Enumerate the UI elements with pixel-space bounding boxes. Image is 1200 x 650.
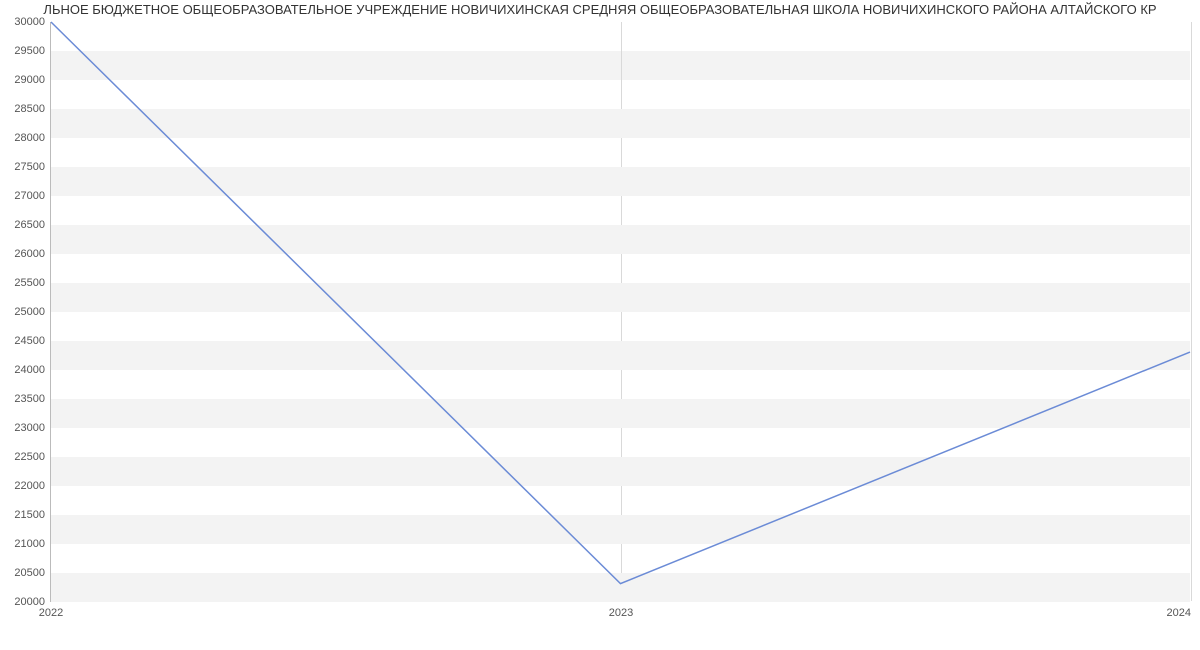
chart-plot-area: 2000020500210002150022000225002300023500… xyxy=(50,22,1190,602)
y-tick-label: 20500 xyxy=(3,567,45,579)
y-tick-label: 22000 xyxy=(3,480,45,492)
y-tick-label: 28500 xyxy=(3,103,45,115)
y-tick-label: 28000 xyxy=(3,132,45,144)
y-tick-label: 24500 xyxy=(3,335,45,347)
y-tick-label: 21500 xyxy=(3,509,45,521)
x-tick-label: 2024 xyxy=(1167,607,1191,619)
y-tick-label: 30000 xyxy=(3,16,45,28)
y-tick-label: 26500 xyxy=(3,219,45,231)
y-tick-label: 26000 xyxy=(3,248,45,260)
y-tick-label: 24000 xyxy=(3,364,45,376)
x-tick-label: 2022 xyxy=(39,607,63,619)
chart-title: ЛЬНОЕ БЮДЖЕТНОЕ ОБЩЕОБРАЗОВАТЕЛЬНОЕ УЧРЕ… xyxy=(0,2,1200,17)
grid-line-vertical xyxy=(1191,22,1192,601)
line-series xyxy=(51,22,1190,584)
y-tick-label: 23500 xyxy=(3,393,45,405)
x-tick-label: 2023 xyxy=(609,607,633,619)
y-tick-label: 22500 xyxy=(3,451,45,463)
y-tick-label: 23000 xyxy=(3,422,45,434)
y-tick-label: 29500 xyxy=(3,45,45,57)
y-tick-label: 29000 xyxy=(3,74,45,86)
y-tick-label: 27000 xyxy=(3,190,45,202)
y-tick-label: 25000 xyxy=(3,306,45,318)
y-tick-label: 25500 xyxy=(3,277,45,289)
y-tick-label: 21000 xyxy=(3,538,45,550)
y-tick-label: 27500 xyxy=(3,161,45,173)
